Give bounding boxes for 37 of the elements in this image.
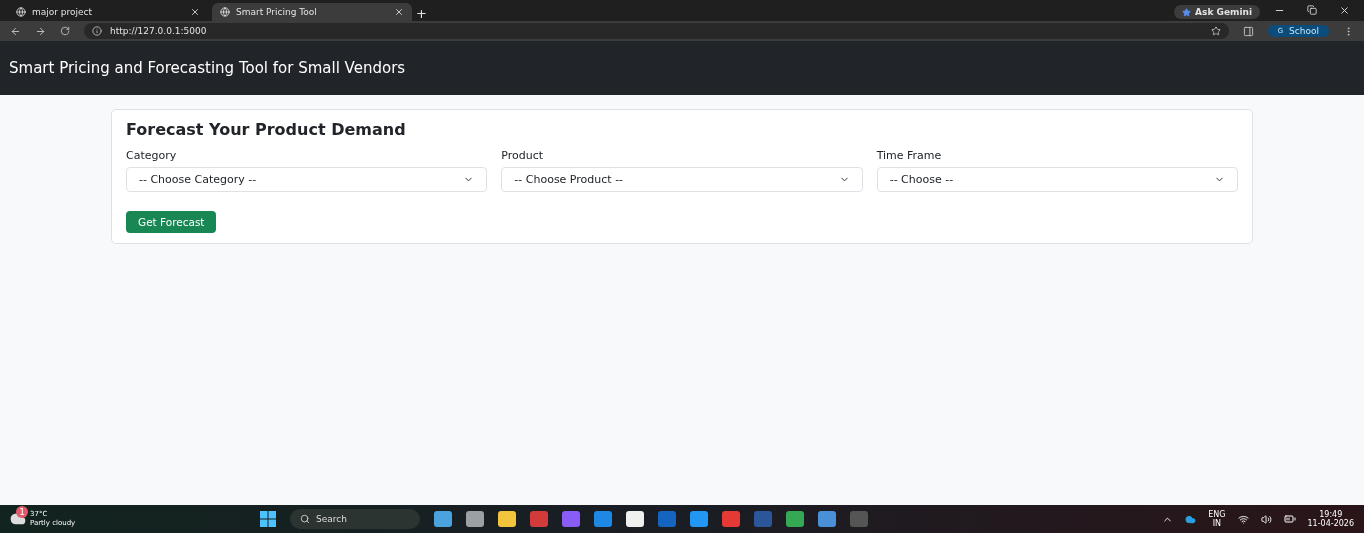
globe-icon — [220, 7, 230, 17]
back-icon[interactable] — [10, 25, 21, 37]
field-label: Time Frame — [876, 149, 943, 162]
cloud-icon[interactable] — [1185, 513, 1197, 525]
reload-icon[interactable] — [60, 26, 70, 36]
select-field[interactable]: -- Choose Category -- — [126, 167, 488, 192]
globe-icon — [16, 7, 26, 17]
windows-start-icon[interactable] — [260, 511, 276, 527]
bookmark-icon[interactable] — [1210, 26, 1221, 36]
notification-badge: 1 — [16, 506, 28, 518]
field-label: Category — [126, 149, 178, 162]
clock[interactable]: 19:49 11-04-2026 — [1307, 510, 1354, 528]
info-icon[interactable] — [92, 26, 102, 36]
ask-gemini-button[interactable]: Ask Gemini — [1174, 5, 1260, 19]
card-heading: Forecast Your Product Demand — [126, 120, 407, 139]
close-icon[interactable] — [394, 7, 404, 17]
restore-icon[interactable] — [1307, 5, 1317, 15]
volume-icon[interactable] — [1260, 513, 1272, 525]
taskbar-search[interactable]: Search — [290, 509, 420, 529]
browser-tab[interactable]: major project — [8, 3, 208, 21]
app-title: Smart Pricing and Forecasting Tool for Small Vendors — [9, 59, 406, 77]
wifi-icon[interactable] — [1237, 513, 1249, 525]
select-field[interactable]: -- Choose -- — [876, 167, 1238, 192]
close-icon[interactable] — [1339, 5, 1350, 16]
address-bar[interactable]: http://127.0.0.1:5000 — [84, 23, 1229, 39]
browser-tab[interactable]: Smart Pricing Tool — [212, 3, 412, 21]
side-panel-icon[interactable] — [1242, 25, 1254, 37]
field-label: Product — [501, 149, 545, 162]
forward-icon[interactable] — [35, 25, 46, 37]
star-icon — [1182, 7, 1192, 17]
select-field[interactable]: -- Choose Product -- — [501, 167, 863, 192]
language-indicator[interactable]: ENG IN — [1208, 510, 1226, 528]
search-icon — [300, 514, 310, 524]
new-tab-button[interactable]: + — [416, 6, 427, 21]
battery-icon[interactable] — [1283, 513, 1296, 525]
close-icon[interactable] — [190, 7, 200, 17]
get-forecast-button[interactable]: Get Forecast — [126, 211, 217, 233]
